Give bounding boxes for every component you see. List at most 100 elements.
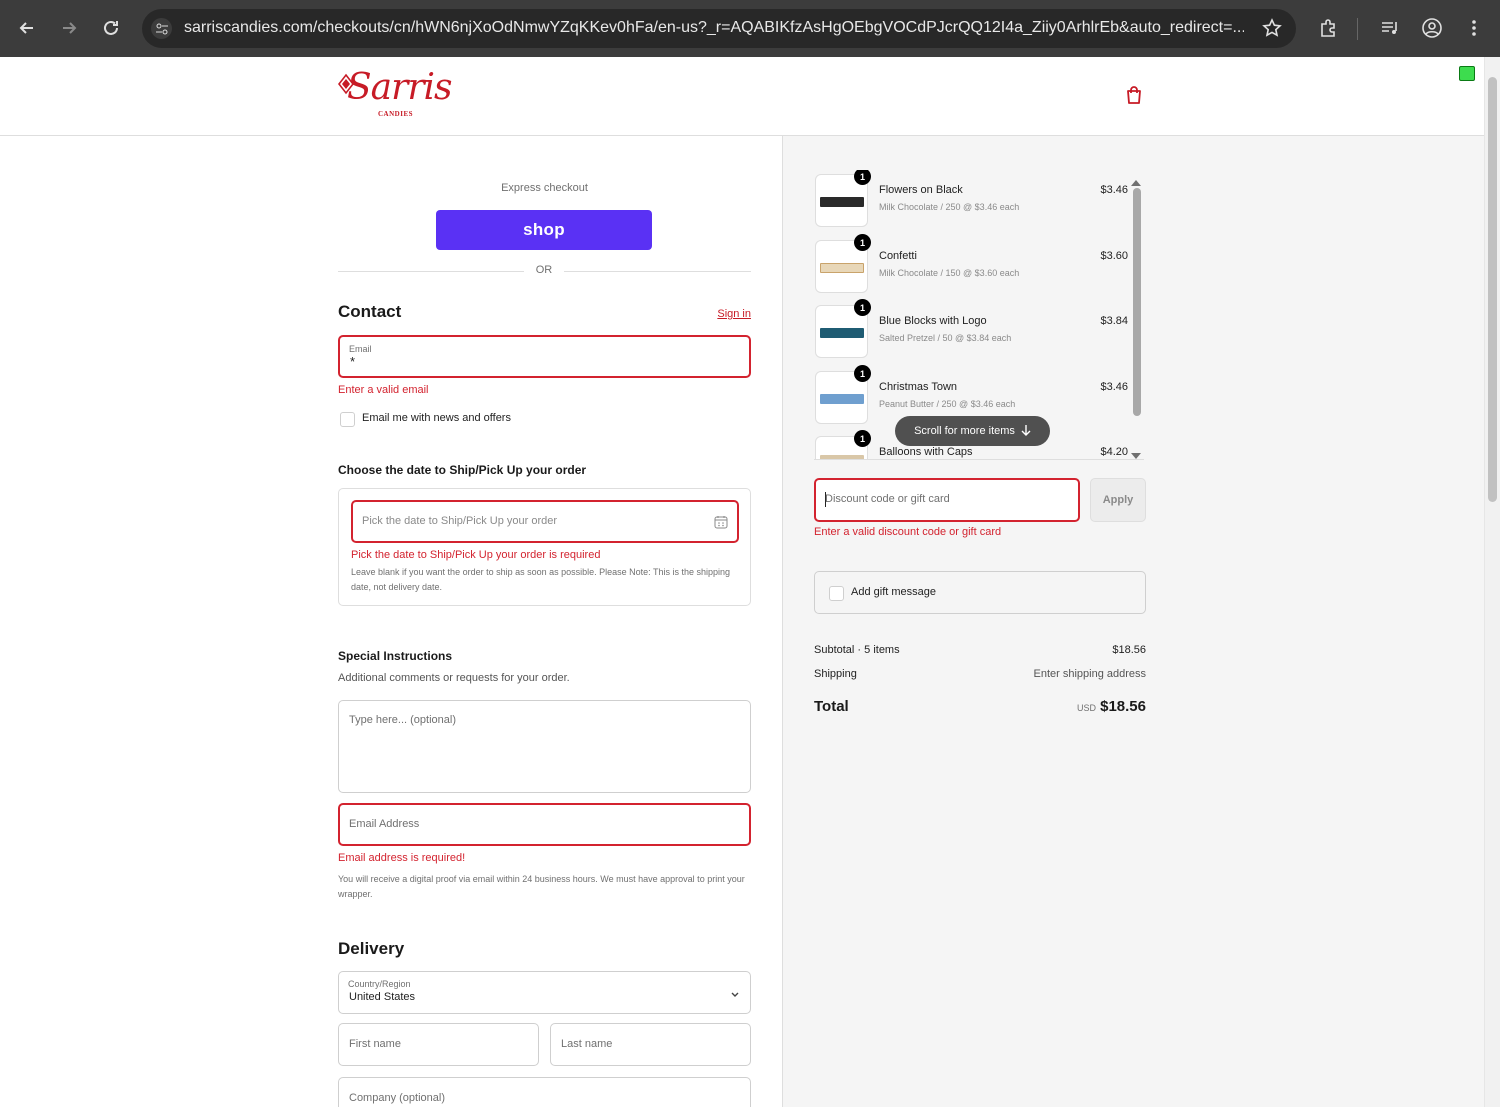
list-item: 1 Blue Blocks with Logo Salted Pretzel /… — [814, 299, 1134, 365]
wrapper-image — [820, 394, 864, 404]
item-price: $3.84 — [1100, 315, 1128, 327]
contact-heading: Contact — [338, 302, 402, 321]
gift-message-checkbox[interactable] — [829, 586, 844, 601]
country-select[interactable]: Country/Region United States — [338, 971, 751, 1014]
apply-discount-button[interactable]: Apply — [1090, 478, 1146, 522]
total-value: $18.56 — [1100, 698, 1146, 715]
checkout-header: Sarris CANDIES — [0, 57, 1484, 136]
ship-date-heading: Choose the date to Ship/Pick Up your ord… — [338, 463, 587, 477]
scroll-more-button[interactable]: Scroll for more items — [895, 416, 1050, 446]
sarris-logo[interactable]: Sarris CANDIES — [337, 67, 453, 123]
discount-code-input[interactable]: Discount code or gift card — [814, 478, 1080, 522]
shipping-row: Shipping Enter shipping address — [814, 668, 1146, 680]
email-error: Enter a valid email — [338, 384, 429, 396]
subtotal-row: Subtotal · 5 items $18.56 — [814, 644, 1146, 656]
toolbar-divider — [1357, 18, 1358, 40]
page-scrollbar[interactable] — [1484, 57, 1500, 1107]
item-price: $4.20 — [1100, 446, 1128, 458]
first-name-field[interactable]: First name — [338, 1023, 539, 1066]
quantity-badge: 1 — [854, 430, 871, 447]
item-details: Peanut Butter / 250 @ $3.46 each — [879, 399, 1016, 409]
order-summary: 1 Flowers on Black Milk Chocolate / 250 … — [782, 136, 1484, 1107]
wrapper-image — [820, 328, 864, 338]
logo-subtext: CANDIES — [378, 110, 414, 118]
discount-error: Enter a valid discount code or gift card — [814, 526, 1002, 538]
address-bar[interactable]: sarriscandies.com/checkouts/cn/hWN6njXoO… — [142, 9, 1296, 48]
cart-scrollbar-thumb[interactable] — [1133, 188, 1141, 416]
checkout-page: Sarris CANDIES Express checkout shop OR … — [0, 57, 1484, 1107]
back-icon[interactable] — [12, 13, 42, 43]
newsletter-checkbox[interactable] — [340, 412, 355, 427]
forward-icon[interactable] — [54, 13, 84, 43]
gift-message-label: Add gift message — [851, 586, 936, 598]
first-name-placeholder: First name — [349, 1038, 401, 1050]
ship-date-error: Pick the date to Ship/Pick Up your order… — [351, 549, 601, 561]
ship-date-card: Pick the date to Ship/Pick Up your order… — [338, 488, 751, 606]
logo-wordmark: Sarris — [347, 67, 453, 108]
last-name-field[interactable]: Last name — [550, 1023, 751, 1066]
gift-message-box[interactable]: Add gift message — [814, 571, 1146, 614]
item-price: $3.46 — [1100, 381, 1128, 393]
scroll-down-arrow-icon[interactable] — [1131, 447, 1141, 465]
email-field-label: Email — [349, 344, 372, 354]
total-currency: USD — [1076, 703, 1096, 713]
wrapper-image — [820, 455, 864, 459]
browser-menu-icon[interactable] — [1462, 16, 1486, 40]
chevron-down-icon — [730, 986, 740, 1004]
proof-email-field[interactable]: Email Address — [338, 803, 751, 846]
company-field[interactable]: Company (optional) — [338, 1077, 751, 1107]
scroll-more-label: Scroll for more items — [914, 425, 1015, 437]
ship-date-note: Leave blank if you want the order to shi… — [351, 567, 731, 592]
email-field[interactable]: Email * — [338, 335, 751, 378]
special-instructions-heading: Special Instructions — [338, 649, 453, 663]
list-item: 1 Confetti Milk Chocolate / 150 @ $3.60 … — [814, 234, 1134, 300]
page-scrollbar-thumb[interactable] — [1488, 77, 1497, 502]
delivery-heading: Delivery — [338, 939, 405, 958]
arrow-down-icon — [1021, 424, 1031, 439]
quantity-badge: 1 — [854, 365, 871, 382]
profile-icon[interactable] — [1420, 16, 1444, 40]
country-value: United States — [349, 991, 416, 1003]
item-name: Christmas Town — [879, 381, 958, 393]
shipping-label: Shipping — [814, 668, 857, 680]
special-instructions-textarea[interactable]: Type here... (optional) — [338, 700, 751, 793]
textarea-placeholder: Type here... (optional) — [349, 714, 457, 726]
item-price: $3.60 — [1100, 250, 1128, 262]
item-details: Salted Pretzel / 50 @ $3.84 each — [879, 333, 1012, 343]
item-name: Balloons with Caps — [879, 446, 973, 458]
quantity-badge: 1 — [854, 234, 871, 251]
site-settings-icon[interactable] — [151, 18, 172, 39]
special-instructions-description: Additional comments or requests for your… — [338, 672, 570, 684]
quantity-badge: 1 — [854, 170, 871, 185]
express-checkout-label: Express checkout — [501, 182, 588, 194]
subtotal-value: $18.56 — [1112, 644, 1146, 656]
item-name: Confetti — [879, 250, 917, 262]
list-item: 1 Flowers on Black Milk Chocolate / 250 … — [814, 170, 1134, 234]
ship-date-placeholder: Pick the date to Ship/Pick Up your order — [362, 515, 558, 527]
proof-email-note: You will receive a digital proof via ema… — [338, 874, 745, 899]
item-name: Flowers on Black — [879, 184, 963, 196]
calendar-icon[interactable] — [714, 515, 728, 534]
proof-email-placeholder: Email Address — [349, 818, 420, 830]
sign-in-link[interactable]: Sign in — [717, 308, 751, 320]
extensions-icon[interactable] — [1316, 16, 1340, 40]
quantity-badge: 1 — [854, 299, 871, 316]
reload-icon[interactable] — [96, 13, 126, 43]
company-placeholder: Company (optional) — [349, 1092, 445, 1104]
email-field-value: * — [350, 354, 356, 369]
proof-email-error: Email address is required! — [338, 852, 466, 864]
item-details: Milk Chocolate / 150 @ $3.60 each — [879, 268, 1020, 278]
wrapper-image — [820, 263, 864, 273]
shopping-bag-icon[interactable] — [1125, 85, 1143, 110]
discount-placeholder: Discount code or gift card — [825, 493, 950, 505]
ship-date-input[interactable]: Pick the date to Ship/Pick Up your order — [351, 500, 739, 543]
or-label: OR — [524, 264, 564, 276]
bookmark-star-icon[interactable] — [1262, 18, 1282, 43]
shop-pay-button[interactable]: shop — [436, 210, 652, 250]
last-name-placeholder: Last name — [561, 1038, 613, 1050]
media-control-icon[interactable] — [1378, 16, 1402, 40]
total-row: Total USD $18.56 — [814, 698, 1146, 716]
browser-toolbar: sarriscandies.com/checkouts/cn/hWN6njXoO… — [0, 0, 1500, 57]
newsletter-label: Email me with news and offers — [362, 412, 511, 424]
country-label: Country/Region — [348, 979, 411, 989]
